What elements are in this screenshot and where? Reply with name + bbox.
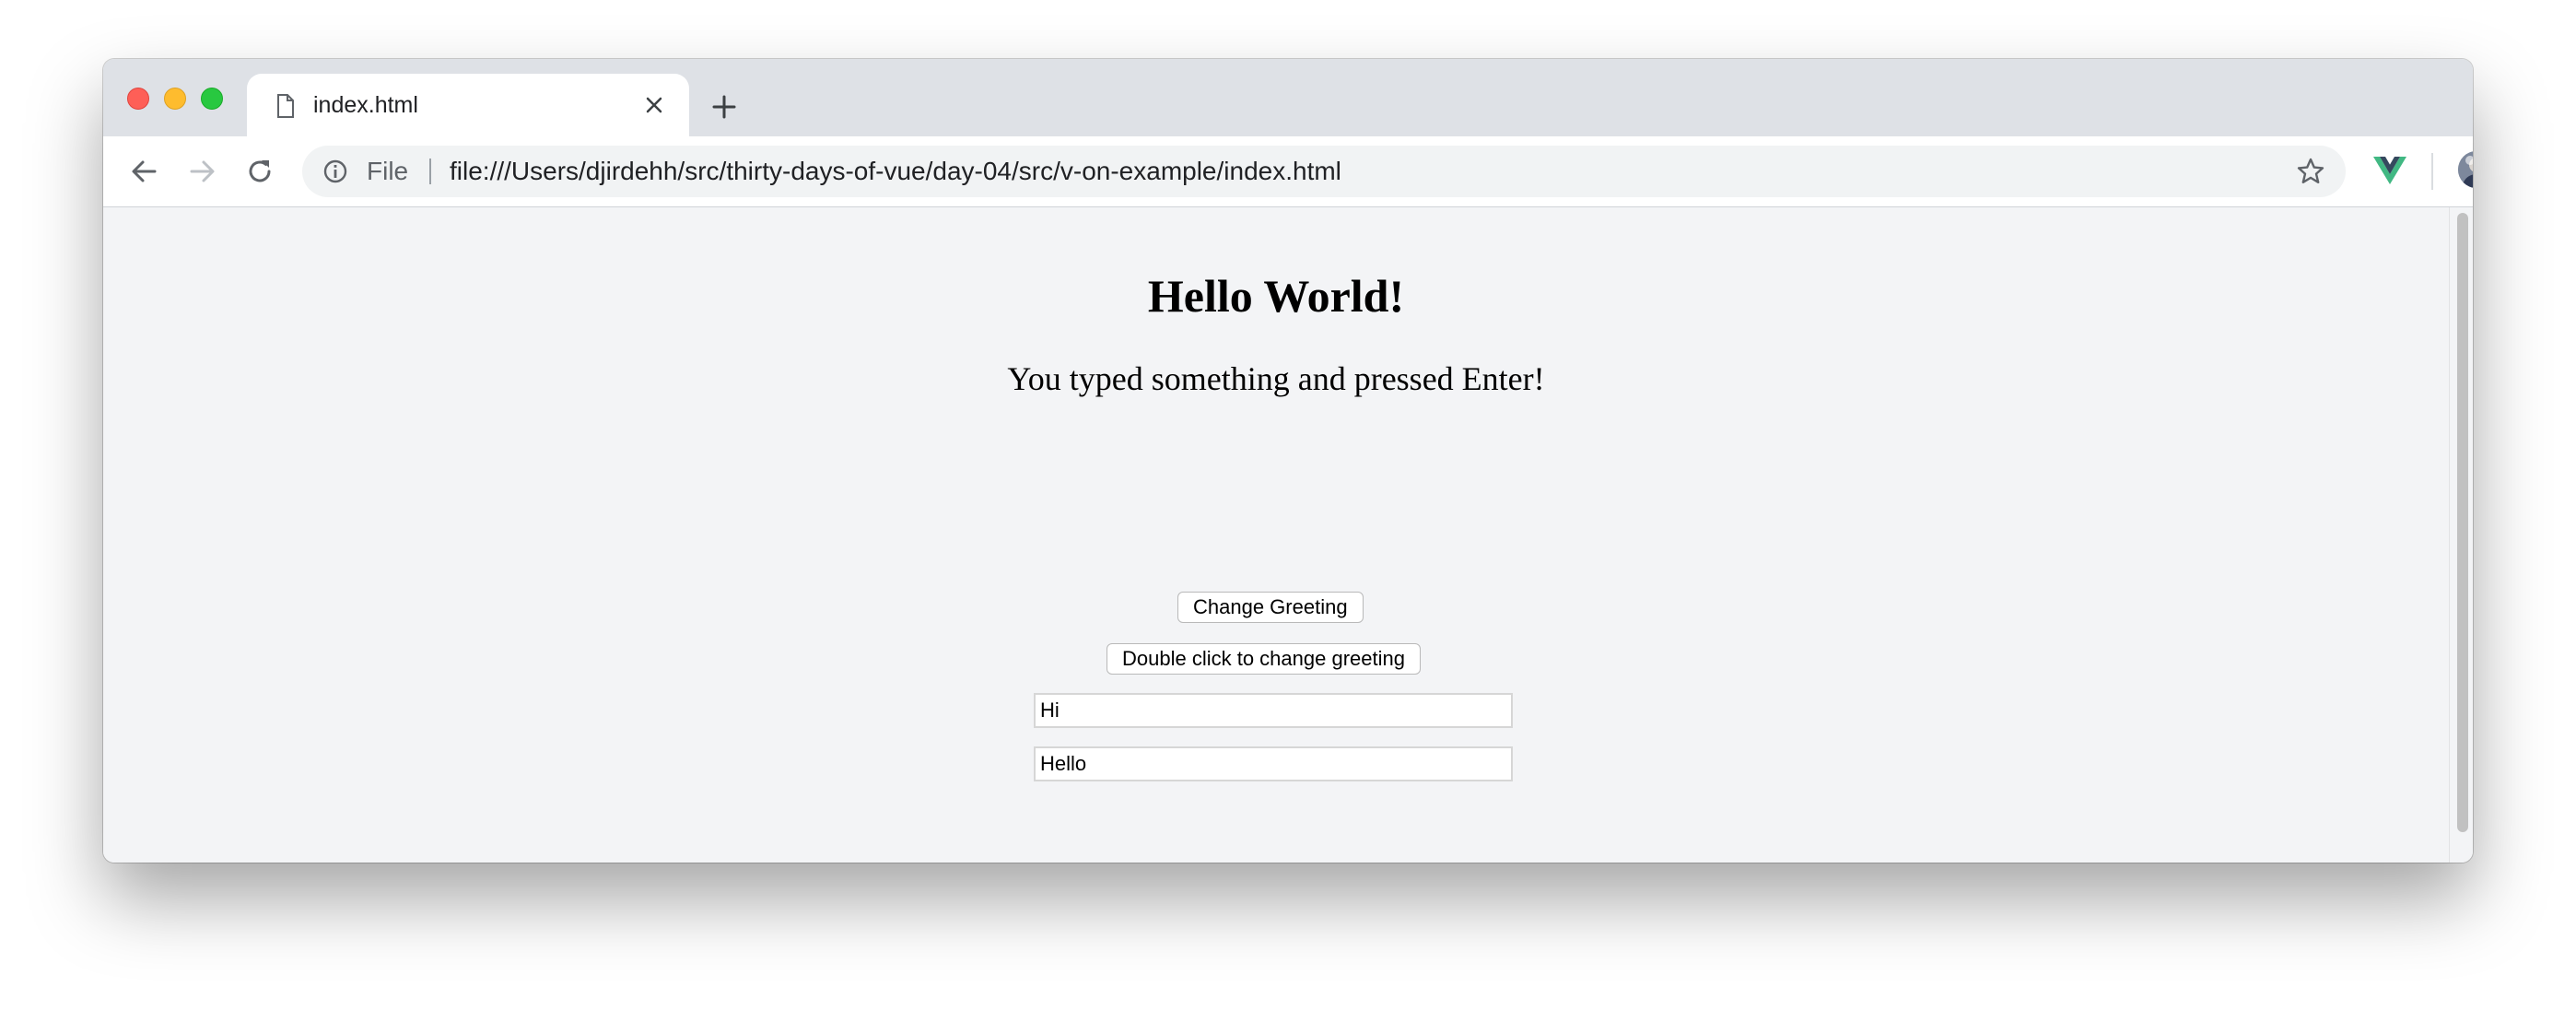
info-icon[interactable] [322,159,348,189]
back-button[interactable] [129,157,158,186]
close-window-button[interactable] [127,88,149,110]
vertical-scrollbar[interactable] [2449,207,2473,863]
forward-button[interactable] [188,157,217,186]
plus-icon [712,95,736,119]
url-text[interactable]: file:///Users/djirdehh/src/thirty-days-o… [450,146,1341,197]
back-arrow-icon [132,160,157,182]
text-input-2[interactable]: Hello [1034,746,1513,781]
vue-devtools-icon[interactable] [2373,157,2406,189]
forward-arrow-icon [190,160,215,182]
close-icon[interactable] [645,96,663,119]
reload-button[interactable] [245,157,275,186]
page-title: Hello World! [1147,270,1405,322]
title-bar: index.html [103,59,2473,136]
new-tab-button[interactable] [711,94,737,124]
omnibox-divider [429,159,431,184]
avatar[interactable] [2458,151,2473,188]
address-bar[interactable]: File file:///Users/djirdehh/src/thirty-d… [302,146,2346,197]
scrollbar-thumb[interactable] [2457,213,2468,832]
browser-toolbar: File file:///Users/djirdehh/src/thirty-d… [103,136,2473,207]
double-click-greeting-button[interactable]: Double click to change greeting [1107,643,1421,675]
status-message: You typed something and pressed Enter! [1007,360,1545,397]
change-greeting-button[interactable]: Change Greeting [1177,592,1364,623]
tab-index-html[interactable]: index.html [247,74,689,136]
tab-title: index.html [313,92,418,118]
toolbar-divider [2431,153,2433,190]
browser-window: index.html File file:///Users/djirdehh/s… [103,59,2473,863]
minimize-window-button[interactable] [164,88,186,110]
page-content: Hello World! You typed something and pre… [103,207,2449,863]
scheme-label: File [367,157,409,185]
reload-icon [249,160,271,182]
text-input-1[interactable]: Hi [1034,693,1513,728]
file-icon [276,94,295,123]
maximize-window-button[interactable] [201,88,223,110]
bookmark-star-icon[interactable] [2296,157,2325,191]
